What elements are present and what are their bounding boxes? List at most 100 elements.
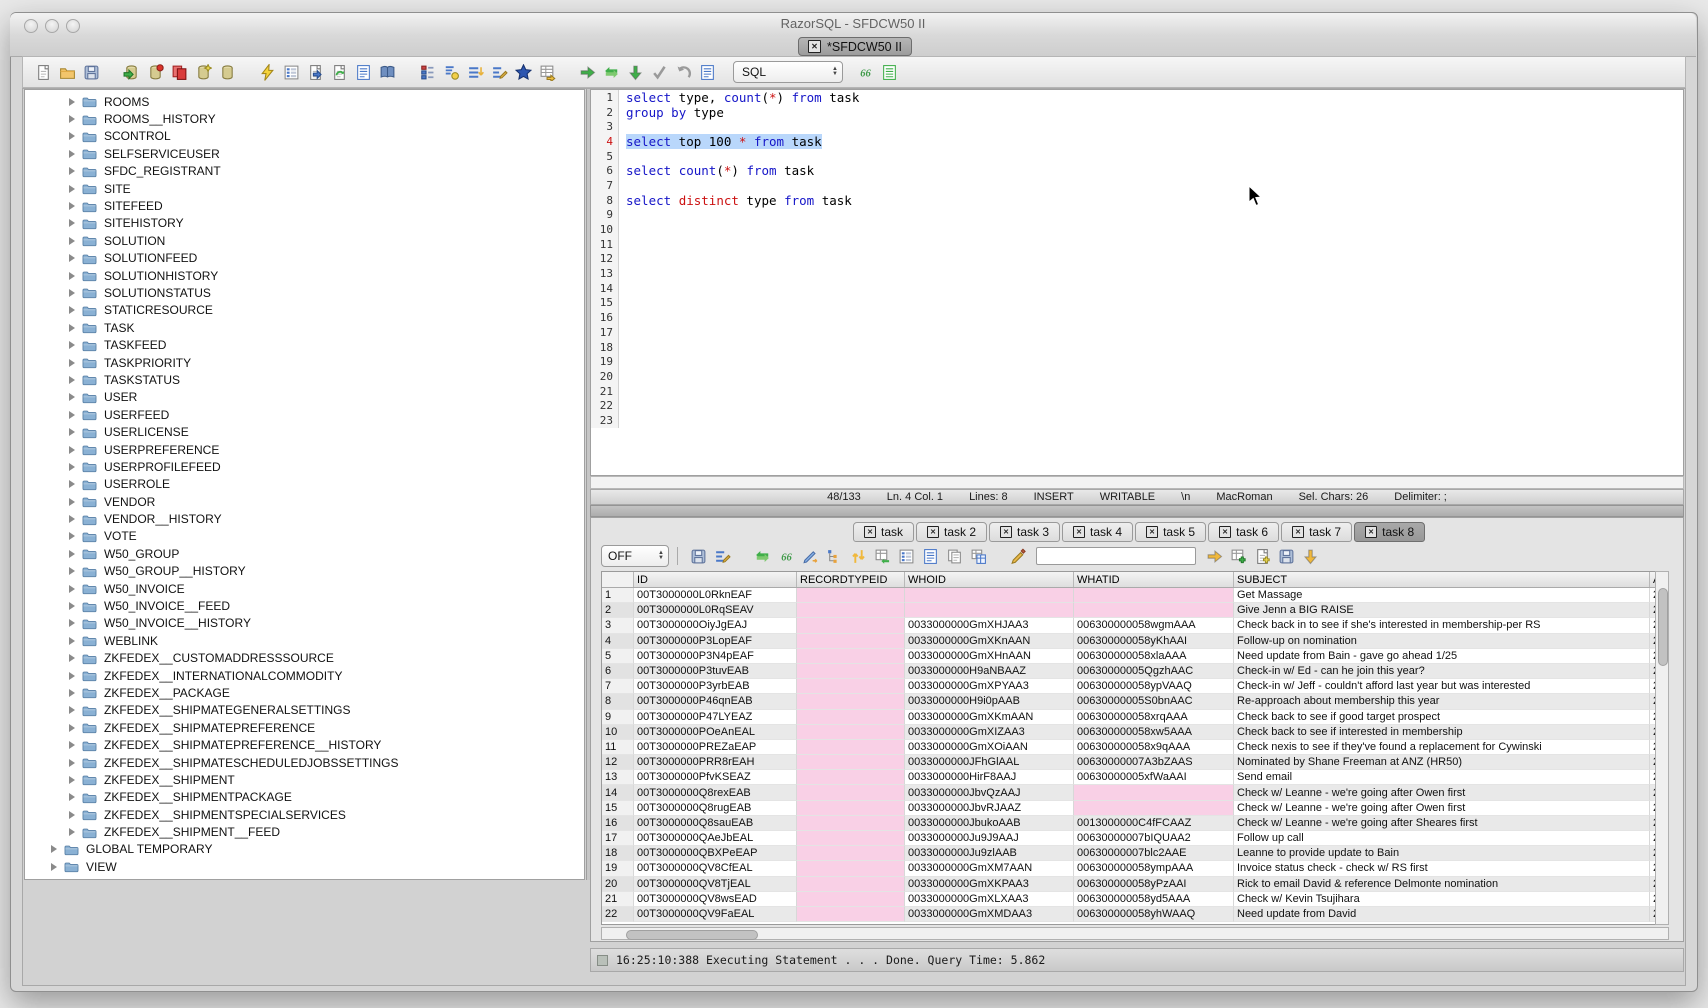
table-cell[interactable]: Rick to email David & reference Delmonte… <box>1234 877 1650 892</box>
table-cell[interactable] <box>797 877 905 892</box>
favorites-icon[interactable] <box>514 63 533 82</box>
table-cell[interactable]: 00T3000000PfvKSEAZ <box>634 770 797 785</box>
table-cell[interactable]: 00T3000000P47LYEAZ <box>634 710 797 725</box>
describe-table-icon[interactable] <box>354 63 373 82</box>
table-cell[interactable]: 006300000058yKhAAI <box>1074 634 1234 649</box>
tree-item[interactable]: USERPROFILEFEED <box>25 458 584 475</box>
results-search-input[interactable] <box>1036 547 1196 565</box>
table-cell[interactable]: 00630000007blc2AAE <box>1074 846 1234 861</box>
disclosure-triangle-icon[interactable] <box>69 515 75 523</box>
zoom-window-icon[interactable] <box>66 19 80 33</box>
table-cell[interactable]: 0033000000JbvQzAAJ <box>905 785 1074 800</box>
table-cell[interactable]: 0033000000GmXKnAAN <box>905 634 1074 649</box>
tree-item[interactable]: ZKFEDEX__SHIPMATEPREFERENCE <box>25 719 584 736</box>
sql-history-icon[interactable] <box>442 63 461 82</box>
disclosure-triangle-icon[interactable] <box>69 706 75 714</box>
fetch-all-icon[interactable] <box>626 63 645 82</box>
tree-item[interactable]: SITE <box>25 180 584 197</box>
disclosure-triangle-icon[interactable] <box>69 585 75 593</box>
tree-item[interactable]: TASKFEED <box>25 336 584 353</box>
table-cell[interactable]: 00630000005S0bnAAC <box>1074 694 1234 709</box>
table-cell[interactable] <box>905 588 1074 603</box>
tab-close-icon[interactable] <box>927 526 939 538</box>
table-cell[interactable]: 00T3000000POeAnEAL <box>634 725 797 740</box>
table-cell[interactable]: Check back to see if interested in membe… <box>1234 725 1650 740</box>
table-cell[interactable] <box>797 907 905 922</box>
table-cell[interactable]: Get Massage <box>1234 588 1650 603</box>
table-cell[interactable]: 0033000000H9aNBAAZ <box>905 664 1074 679</box>
table-cell[interactable]: Send email <box>1234 770 1650 785</box>
open-file-icon[interactable] <box>58 63 77 82</box>
editor-line[interactable]: 11 <box>591 237 1683 252</box>
table-row[interactable]: 1500T3000000Q8rugEAB0033000000JbvRJAAZCh… <box>602 801 1668 816</box>
sort-updown-icon[interactable] <box>849 547 868 566</box>
tree-item[interactable]: TASKPRIORITY <box>25 354 584 371</box>
row-number[interactable]: 3 <box>602 618 634 633</box>
table-cell[interactable]: 0033000000GmXM7AAN <box>905 861 1074 876</box>
tab-close-icon[interactable] <box>1365 526 1377 538</box>
table-cell[interactable]: 00T3000000QV9FaEAL <box>634 907 797 922</box>
table-cell[interactable]: 00T3000000Q8sauEAB <box>634 816 797 831</box>
result-tab[interactable]: task 2 <box>916 522 987 542</box>
row-number[interactable]: 8 <box>602 694 634 709</box>
table-row[interactable]: 2200T3000000QV9FaEAL0033000000GmXMDAA300… <box>602 907 1668 922</box>
disclosure-triangle-icon[interactable] <box>69 428 75 436</box>
column-header[interactable]: WHOID <box>905 572 1074 587</box>
export-data-icon[interactable] <box>306 63 325 82</box>
table-cell[interactable]: 0033000000GmXKmAAN <box>905 710 1074 725</box>
disclosure-triangle-icon[interactable] <box>69 463 75 471</box>
table-row[interactable]: 600T3000000P3tuvEAB0033000000H9aNBAAZ006… <box>602 664 1668 679</box>
disclosure-triangle-icon[interactable] <box>69 272 75 280</box>
fetch-more-icon[interactable] <box>1301 547 1320 566</box>
tab-close-icon[interactable] <box>808 40 821 53</box>
disclosure-triangle-icon[interactable] <box>69 811 75 819</box>
disclosure-triangle-icon[interactable] <box>69 532 75 540</box>
table-cell[interactable]: 00T3000000OiyJgEAJ <box>634 618 797 633</box>
disclosure-triangle-icon[interactable] <box>51 845 57 853</box>
editor-line[interactable]: 3 <box>591 119 1683 134</box>
table-cell[interactable]: Leanne to provide update to Bain <box>1234 846 1650 861</box>
disclosure-triangle-icon[interactable] <box>69 167 75 175</box>
table-cell[interactable]: 00T3000000QV8CfEAL <box>634 861 797 876</box>
table-row[interactable]: 1000T3000000POeAnEAL0033000000GmXIZAA300… <box>602 725 1668 740</box>
disclosure-triangle-icon[interactable] <box>69 759 75 767</box>
new-file-icon[interactable] <box>34 63 53 82</box>
edit-results-icon[interactable] <box>713 547 732 566</box>
table-row[interactable]: 900T3000000P47LYEAZ0033000000GmXKmAAN006… <box>602 710 1668 725</box>
table-row[interactable]: 1100T3000000PREZaEAP0033000000GmXOiAAN00… <box>602 740 1668 755</box>
row-number[interactable]: 5 <box>602 649 634 664</box>
row-number[interactable]: 13 <box>602 770 634 785</box>
table-cell[interactable]: 006300000058ypVAAQ <box>1074 679 1234 694</box>
editor-line[interactable]: 16 <box>591 310 1683 325</box>
row-number[interactable]: 15 <box>602 801 634 816</box>
disclosure-triangle-icon[interactable] <box>69 150 75 158</box>
table-cell[interactable]: 0033000000GmXKPAA3 <box>905 877 1074 892</box>
editor-line[interactable]: 20 <box>591 369 1683 384</box>
table-cell[interactable] <box>797 725 905 740</box>
statement-type-select[interactable]: SQL ▲▼ <box>733 61 843 83</box>
table-cell[interactable] <box>797 634 905 649</box>
disclosure-triangle-icon[interactable] <box>69 132 75 140</box>
editor-line[interactable]: 8select distinct type from task <box>591 193 1683 208</box>
results-list-icon[interactable] <box>880 63 899 82</box>
table-vertical-scrollbar[interactable] <box>1655 571 1669 925</box>
add-table-icon[interactable] <box>1229 547 1248 566</box>
disclosure-triangle-icon[interactable] <box>69 672 75 680</box>
tree-item[interactable]: USERROLE <box>25 476 584 493</box>
find-next-icon[interactable] <box>1205 547 1224 566</box>
row-number[interactable]: 22 <box>602 907 634 922</box>
editor-line[interactable]: 22 <box>591 398 1683 413</box>
copy-rows-icon[interactable] <box>945 547 964 566</box>
disconnect-db-icon[interactable] <box>146 63 165 82</box>
save-row-icon[interactable] <box>1277 547 1296 566</box>
result-tab[interactable]: task 4 <box>1062 522 1133 542</box>
table-cell[interactable] <box>797 831 905 846</box>
table-cell[interactable]: 006300000058yd5AAA <box>1074 892 1234 907</box>
refresh-results-icon[interactable] <box>753 547 772 566</box>
db-tools-icon[interactable] <box>218 63 237 82</box>
row-number[interactable]: 21 <box>602 892 634 907</box>
table-cell[interactable]: 00T3000000QBXPeEAP <box>634 846 797 861</box>
disclosure-triangle-icon[interactable] <box>69 289 75 297</box>
table-cell[interactable]: 006300000058xlaAAA <box>1074 649 1234 664</box>
table-cell[interactable] <box>797 740 905 755</box>
